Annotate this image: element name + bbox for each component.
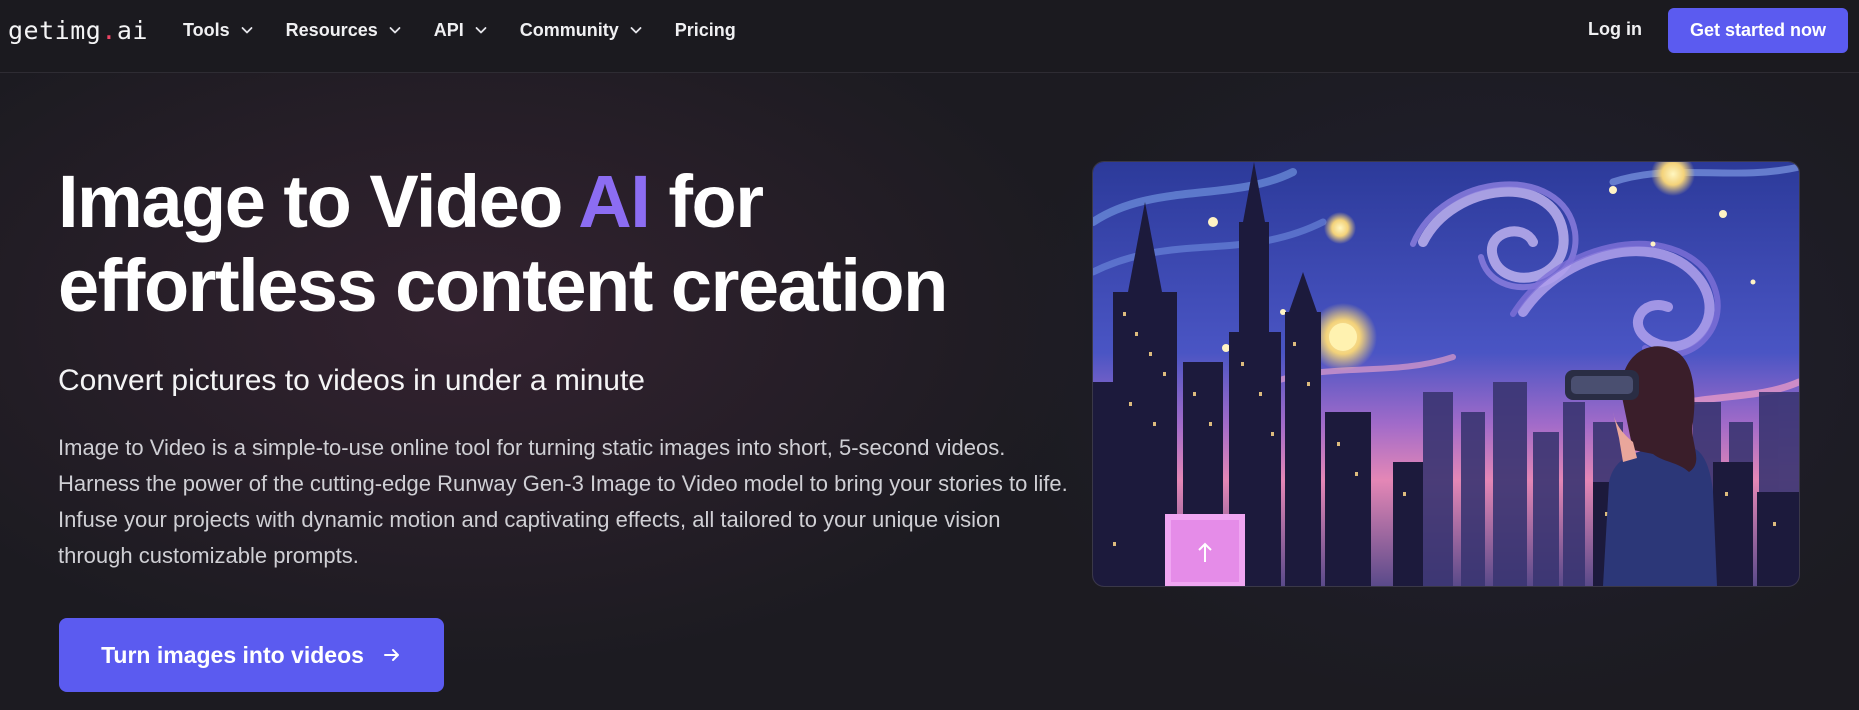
nav-item-pricing[interactable]: Pricing — [675, 20, 736, 41]
nav-item-label: API — [433, 19, 464, 40]
logo[interactable]: getimg.ai — [8, 16, 148, 45]
hero-image — [1092, 161, 1800, 587]
nav-links: Tools Resources API Community Pricing — [183, 0, 768, 60]
nav-item-label: Community — [519, 19, 619, 40]
hero-subtitle: Convert pictures to videos in under a mi… — [58, 364, 645, 397]
arrow-right-icon — [383, 649, 399, 661]
nav-item-label: Resources — [285, 19, 378, 40]
hero-title: Image to Video AI for effortless content… — [58, 160, 1058, 328]
cta-label: Turn images into videos — [101, 641, 364, 668]
login-link[interactable]: Log in — [1588, 19, 1642, 40]
nav-item-label: Tools — [183, 19, 230, 40]
logo-dot: . — [101, 16, 117, 45]
chevron-down-icon — [389, 27, 401, 34]
hero-title-part1: Image to Video — [58, 160, 579, 243]
chevron-down-icon — [630, 27, 642, 34]
chevron-down-icon — [475, 27, 487, 34]
chevron-down-icon — [241, 27, 253, 34]
logo-suffix: ai — [116, 16, 148, 45]
logo-text: getimg — [8, 16, 102, 45]
nav-item-api[interactable]: API — [434, 20, 488, 41]
top-navbar: getimg.ai Tools Resources API Community … — [0, 0, 1859, 73]
get-started-button[interactable]: Get started now — [1668, 8, 1848, 53]
nav-item-label: Pricing — [674, 19, 736, 40]
nav-item-tools[interactable]: Tools — [183, 20, 254, 41]
nav-item-resources[interactable]: Resources — [286, 20, 402, 41]
hero-title-accent: AI — [578, 160, 651, 243]
turn-images-into-videos-button[interactable]: Turn images into videos — [59, 618, 444, 692]
hero-description: Image to Video is a simple-to-use online… — [58, 435, 1068, 568]
nav-item-community[interactable]: Community — [520, 20, 643, 41]
